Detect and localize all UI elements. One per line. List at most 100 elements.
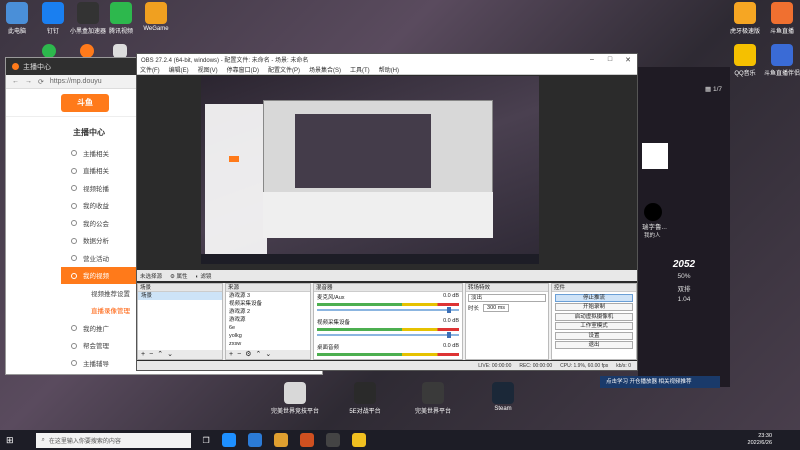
sidebar-subitem-video-recommend[interactable]: 视频推荐设置 <box>61 284 141 302</box>
volume-slider[interactable] <box>317 332 459 338</box>
nested-active-item <box>229 156 239 162</box>
source-item[interactable]: 游戏源 3 <box>226 292 310 300</box>
sidebar-item-video-loop[interactable]: 视频轮播 <box>61 179 141 197</box>
source-item[interactable]: 游戏源 2 <box>226 308 310 316</box>
menu-view[interactable]: 视图(V) <box>198 65 218 74</box>
transitions-dock: 转场特效 淡出 时长 300 ms <box>465 283 549 360</box>
scene-item[interactable]: 场景 <box>138 292 222 300</box>
taskbar-search[interactable]: ⌕ 在这里输入你要搜索的内容 <box>35 432 191 448</box>
studio-mode-button[interactable]: 工作室模式 <box>555 322 633 330</box>
huya-icon <box>734 2 756 24</box>
sidebar-item-activity[interactable]: 营业活动 <box>61 249 141 267</box>
sidebar-item-anchor[interactable]: 主播相关 <box>61 144 141 162</box>
filters-button[interactable]: ◐ 滤镜 <box>196 272 212 280</box>
settings-button[interactable]: 设置 <box>555 331 633 340</box>
douyu-taskbar-icon[interactable] <box>299 433 314 447</box>
volume-meter <box>317 303 459 306</box>
steam-icon <box>492 382 514 404</box>
move-up-icon[interactable]: ⌃ <box>157 350 163 359</box>
duration-input[interactable]: 300 ms <box>483 304 510 312</box>
refresh-icon[interactable]: ⟳ <box>38 78 44 86</box>
menu-file[interactable]: 文件(F) <box>140 65 160 74</box>
sidebar-item-clan[interactable]: 帮会管理 <box>61 337 141 355</box>
browser-tab[interactable]: 主播中心 <box>23 62 51 72</box>
sidebar-item-analytics[interactable]: 数据分析 <box>61 232 141 250</box>
properties-button[interactable]: ⚙ 属性 <box>170 272 187 280</box>
task-view-icon[interactable]: ❐ <box>203 436 210 445</box>
sidebar-item-income[interactable]: 我的收益 <box>61 197 141 215</box>
obs-taskbar-icon[interactable] <box>325 433 340 447</box>
app-icon[interactable] <box>113 44 127 58</box>
menu-tools[interactable]: 工具(T) <box>350 65 370 74</box>
transitions-header: 转场特效 <box>466 284 548 292</box>
back-icon[interactable]: ← <box>12 78 19 85</box>
taskbar-clock[interactable]: 23:30 2022/6/26 <box>748 433 772 447</box>
obs-statusbar: LIVE: 00:00:00 REC: 00:00:00 CPU: 1.9%, … <box>137 361 637 370</box>
desktop-icon-steam[interactable]: Steam <box>478 382 528 412</box>
sidebar-item-guild[interactable]: 我的公会 <box>61 214 141 232</box>
source-item[interactable]: zxsw <box>226 340 310 348</box>
sources-header: 来源 <box>226 284 310 292</box>
douyu-icon <box>771 2 793 24</box>
desktop-icon-douyu[interactable]: 斗鱼直播 <box>757 2 800 35</box>
stop-streaming-button[interactable]: 停止推流 <box>555 293 633 302</box>
minimize-icon[interactable]: – <box>583 56 601 64</box>
volume-meter <box>317 328 459 331</box>
desktop-icon-douyu-companion[interactable]: 斗鱼直播伴侣 <box>757 44 800 77</box>
computer-icon <box>6 2 28 24</box>
close-icon[interactable]: ✕ <box>619 56 637 64</box>
sidebar-item-live[interactable]: 直播相关 <box>61 162 141 180</box>
source-item[interactable]: 视频采集设备 <box>226 300 310 308</box>
stat-value: 2052 <box>672 259 696 270</box>
sidebar-item-promotion[interactable]: 我的推广 <box>61 319 141 337</box>
folder-icon[interactable] <box>273 433 288 447</box>
app-icon[interactable] <box>80 44 94 58</box>
url-field[interactable]: https://mp.douyu <box>50 78 102 85</box>
volume-meter <box>317 353 459 356</box>
sidebar-item-coaching[interactable]: 主播辅导 <box>61 354 141 372</box>
remove-icon[interactable]: − <box>149 350 153 359</box>
sidebar-item-my-videos[interactable]: 我的视频 <box>61 266 141 284</box>
source-item[interactable]: 游戏源 <box>226 316 310 324</box>
move-up-icon[interactable]: ⌃ <box>255 350 261 359</box>
menu-docks[interactable]: 停靠窗口(D) <box>227 65 259 74</box>
add-icon[interactable]: + <box>229 350 233 359</box>
promo-banner[interactable]: 点击学习 开仓播放器 相关视频推荐 <box>600 376 720 388</box>
sidebar-subitem-recordings[interactable]: 直播录像管理 <box>61 302 141 320</box>
desktop-icon-perfect-world[interactable]: 完美世界竞技平台 <box>270 382 320 415</box>
grid-icon[interactable]: ▦ <box>705 86 711 93</box>
maximize-icon[interactable]: □ <box>601 56 619 64</box>
menu-help[interactable]: 帮助(H) <box>379 65 399 74</box>
menu-edit[interactable]: 编辑(E) <box>169 65 189 74</box>
obs-preview[interactable] <box>201 76 539 264</box>
stat-value: 50% <box>677 273 691 280</box>
forward-icon[interactable]: → <box>25 78 32 85</box>
chrome-icon[interactable] <box>351 433 366 447</box>
move-down-icon[interactable]: ⌄ <box>265 350 271 359</box>
host-subtitle: 我的人 <box>644 233 661 239</box>
coaching-icon <box>71 360 77 366</box>
source-item[interactable]: 6e <box>226 324 310 332</box>
exit-button[interactable]: 退出 <box>555 341 633 349</box>
desktop-icon-wegame[interactable]: WeGame <box>131 2 181 32</box>
remove-icon[interactable]: − <box>237 350 241 359</box>
wechat-icon[interactable] <box>42 44 56 58</box>
windows-start-icon[interactable]: ⊞ <box>6 435 14 446</box>
douyu-favicon-icon <box>12 63 19 70</box>
source-item[interactable]: yolkg <box>226 332 310 340</box>
start-recording-button[interactable]: 开始录制 <box>555 303 633 311</box>
virtual-camera-button[interactable]: 启动虚拟摄像机 <box>555 312 633 321</box>
edge-icon[interactable] <box>221 433 236 447</box>
desktop-icon-perfect-platform[interactable]: 完美世界平台 <box>408 382 458 415</box>
desktop-icon-5e[interactable]: 5E对战平台 <box>340 382 390 415</box>
douyu-logo[interactable]: 斗鱼 <box>61 93 109 112</box>
move-down-icon[interactable]: ⌄ <box>167 350 173 359</box>
settings-icon[interactable]: ⚙ <box>245 350 251 359</box>
transition-select[interactable]: 淡出 <box>468 294 546 302</box>
filter-icon: ◐ <box>195 273 199 280</box>
explorer-icon[interactable] <box>247 433 262 447</box>
menu-scene-collection[interactable]: 场景集合(S) <box>309 65 341 74</box>
add-icon[interactable]: + <box>141 350 145 359</box>
volume-slider[interactable] <box>317 307 459 313</box>
menu-profile[interactable]: 配置文件(P) <box>268 65 300 74</box>
